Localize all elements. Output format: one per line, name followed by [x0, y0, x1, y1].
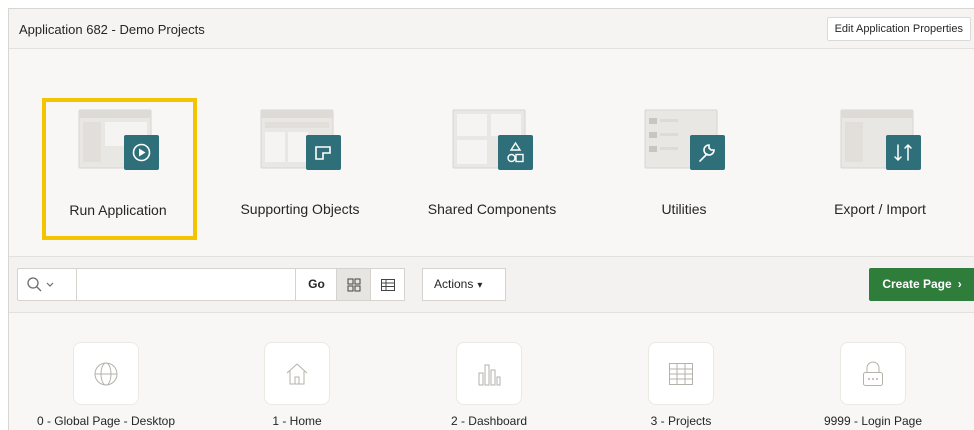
table-view-icon — [381, 279, 395, 291]
run-application-label: Run Application — [69, 202, 167, 218]
pages-grid: 0 - Global Page - Desktop 1 - Home 2 - D… — [9, 314, 974, 430]
export-import-label: Export / Import — [834, 201, 926, 217]
application-title: Application 682 - Demo Projects — [19, 22, 205, 37]
wrench-icon — [644, 109, 725, 170]
pages-toolbar: Go Actions ▾ Create Page › — [9, 256, 974, 313]
page-label: 3 - Projects — [650, 414, 712, 428]
utilities-tile[interactable]: Utilities — [589, 50, 779, 256]
page-icon-box — [73, 342, 139, 405]
go-button[interactable]: Go — [296, 268, 338, 301]
actions-menu-button[interactable]: Actions ▾ — [422, 268, 506, 301]
app-header: Application 682 - Demo Projects Edit App… — [9, 9, 974, 49]
page-card[interactable]: 1 - Home — [202, 314, 392, 430]
page-card[interactable]: 9999 - Login Page — [778, 314, 968, 430]
export-import-tile[interactable]: Export / Import — [785, 50, 974, 256]
globe-icon — [94, 362, 118, 385]
page-label: 2 - Dashboard — [450, 414, 528, 428]
table-icon — [669, 362, 693, 385]
shared-components-label: Shared Components — [427, 201, 557, 217]
supporting-objects-icon — [260, 109, 341, 170]
utilities-label: Utilities — [661, 201, 707, 217]
grid-icon — [347, 278, 361, 292]
create-page-button[interactable]: Create Page › — [869, 268, 974, 301]
search-input[interactable] — [76, 268, 296, 301]
page-icon-box — [264, 342, 330, 405]
page-icon-box — [456, 342, 522, 405]
chevron-down-icon — [46, 282, 54, 287]
search-menu-button[interactable] — [17, 268, 76, 301]
create-page-label: Create Page — [882, 277, 952, 291]
page-label: 1 - Home — [272, 414, 322, 428]
page-icon-box — [648, 342, 714, 405]
play-icon — [78, 109, 159, 170]
application-tiles: Run Application Supporting Objects Share… — [9, 50, 974, 256]
home-icon — [286, 362, 308, 384]
page-icon-box — [840, 342, 906, 405]
shapes-icon — [452, 109, 533, 170]
page-card[interactable]: 3 - Projects — [586, 314, 776, 430]
report-view-button[interactable] — [370, 268, 405, 301]
supporting-objects-label: Supporting Objects — [240, 201, 360, 217]
chevron-down-icon: ▾ — [477, 280, 483, 291]
search-icon — [27, 277, 54, 292]
bar-chart-icon — [478, 364, 501, 385]
shared-components-tile[interactable]: Shared Components — [397, 50, 587, 256]
app-window: Application 682 - Demo Projects Edit App… — [8, 8, 974, 430]
icon-view-button[interactable] — [336, 268, 371, 301]
chevron-right-icon: › — [957, 277, 962, 291]
lock-icon — [863, 361, 883, 386]
page-label: 9999 - Login Page — [823, 414, 923, 428]
supporting-objects-tile[interactable]: Supporting Objects — [205, 50, 395, 256]
actions-label: Actions — [434, 277, 474, 291]
run-application-tile[interactable]: Run Application — [23, 50, 213, 256]
page-card[interactable]: 0 - Global Page - Desktop — [11, 314, 201, 430]
page-card[interactable]: 2 - Dashboard — [394, 314, 584, 430]
arrows-icon — [840, 109, 921, 170]
page-label: 0 - Global Page - Desktop — [36, 414, 176, 428]
edit-application-properties-button[interactable]: Edit Application Properties — [826, 17, 971, 41]
